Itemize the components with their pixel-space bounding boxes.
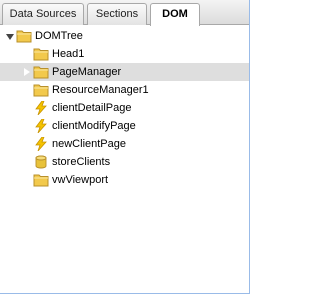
- expand-arrow-icon[interactable]: [23, 103, 30, 113]
- expand-arrow-icon[interactable]: [23, 85, 30, 95]
- tree-item-label: Head1: [52, 48, 85, 60]
- tree-item-label: ResourceManager1: [52, 84, 149, 96]
- tab-data-sources[interactable]: Data Sources: [2, 3, 84, 25]
- tree-item-label: clientModifyPage: [52, 120, 136, 132]
- tree-item-label: clientDetailPage: [52, 102, 132, 114]
- expand-arrow-icon[interactable]: [23, 175, 30, 185]
- tab-strip: Data Sources Sections DOM: [0, 0, 249, 26]
- dom-panel: Data Sources Sections DOM DOMTree Head1: [0, 0, 250, 294]
- tree-root-label: DOMTree: [35, 30, 83, 42]
- expand-arrow-icon[interactable]: [23, 49, 30, 59]
- tree-item-vwviewport[interactable]: vwViewport: [0, 171, 249, 189]
- tree-item-clientmodifypage[interactable]: clientModifyPage: [0, 117, 249, 135]
- tree-item-label: PageManager: [52, 66, 122, 78]
- folder-icon: [33, 84, 49, 97]
- tree-item-pagemanager[interactable]: PageManager: [0, 63, 249, 81]
- lightning-icon: [35, 119, 47, 133]
- tree-item-label: vwViewport: [52, 174, 109, 186]
- folder-icon: [16, 30, 32, 43]
- folder-icon: [33, 174, 49, 187]
- expand-arrow-icon[interactable]: [23, 67, 30, 77]
- tree-item-storeclients[interactable]: storeClients: [0, 153, 249, 171]
- expand-arrow-icon[interactable]: [23, 121, 30, 131]
- tab-dom[interactable]: DOM: [150, 3, 200, 26]
- tree-item-head1[interactable]: Head1: [0, 45, 249, 63]
- collapse-arrow-icon[interactable]: [6, 34, 14, 40]
- lightning-icon: [35, 101, 47, 115]
- tree-item-label: storeClients: [52, 156, 111, 168]
- tab-sections[interactable]: Sections: [87, 3, 147, 25]
- folder-icon: [33, 48, 49, 61]
- folder-icon: [33, 66, 49, 79]
- expand-arrow-icon[interactable]: [23, 157, 30, 167]
- tree-item-label: newClientPage: [52, 138, 126, 150]
- tree-item-resourcemanager1[interactable]: ResourceManager1: [0, 81, 249, 99]
- lightning-icon: [35, 137, 47, 151]
- expand-arrow-icon[interactable]: [23, 139, 30, 149]
- tree-item-clientdetailpage[interactable]: clientDetailPage: [0, 99, 249, 117]
- database-icon: [35, 155, 47, 169]
- tree-root-row[interactable]: DOMTree: [0, 27, 249, 45]
- tree-item-newclientpage[interactable]: newClientPage: [0, 135, 249, 153]
